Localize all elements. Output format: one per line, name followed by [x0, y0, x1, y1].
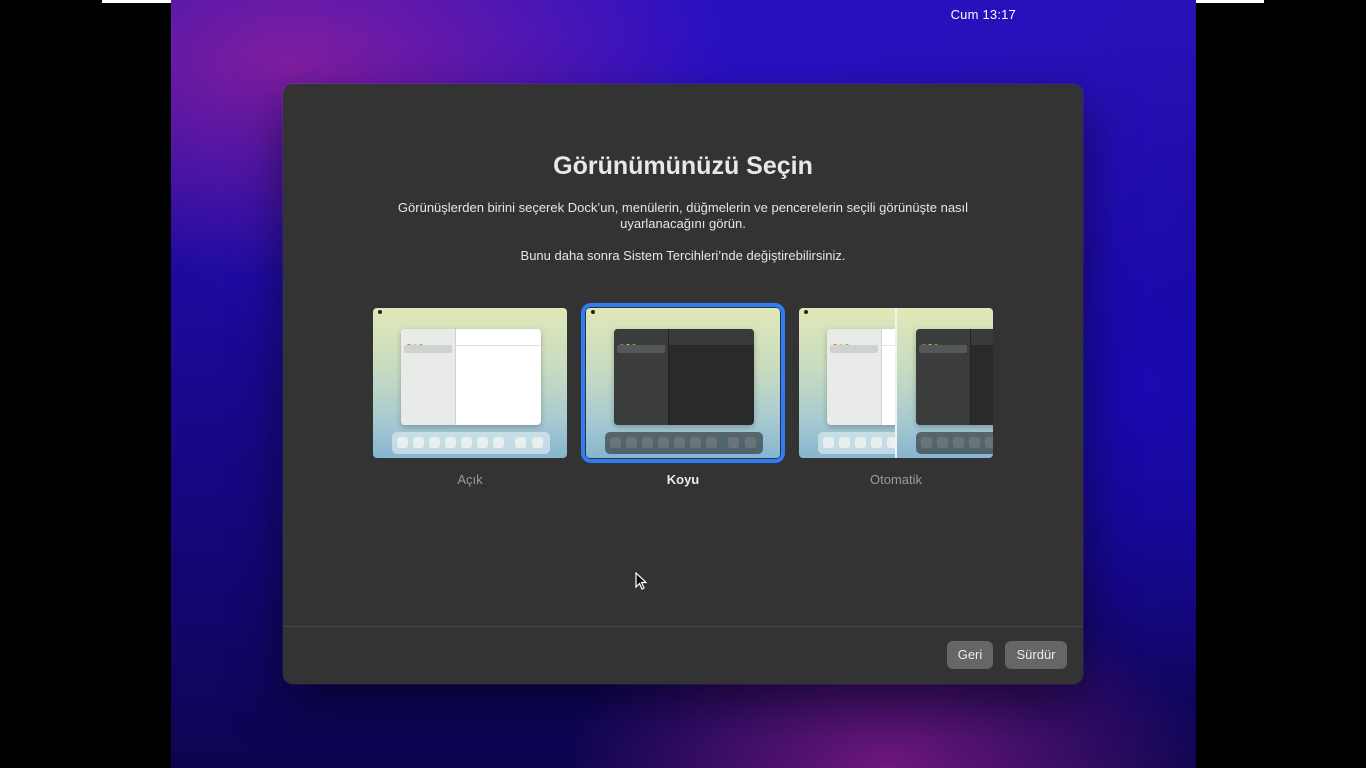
dialog-note: Bunu daha sonra Sistem Tercihleri’nde de… — [520, 248, 846, 263]
appearance-option-light[interactable] — [373, 308, 567, 458]
preview-window — [401, 329, 541, 425]
preview-dock — [392, 432, 550, 454]
auto-divider — [895, 308, 897, 458]
screen: Cum 13:17 Görünümünüzü Seçin Görünüşlerd… — [0, 0, 1366, 768]
back-button[interactable]: Geri — [947, 641, 993, 669]
preview-dock — [916, 432, 993, 454]
preview-dock — [605, 432, 763, 454]
apple-logo-icon — [591, 310, 595, 314]
apple-logo-icon — [378, 310, 382, 314]
footer-divider — [283, 626, 1083, 627]
option-label-dark: Koyu — [666, 472, 700, 487]
appearance-option-auto[interactable] — [799, 308, 993, 458]
preview-window — [614, 329, 754, 425]
mouse-pointer-icon — [635, 572, 647, 590]
option-label-light: Açık — [457, 472, 483, 487]
preview-window — [827, 329, 895, 425]
menubar-clock: Cum 13:17 — [950, 7, 1016, 22]
auto-preview-thumbnail — [799, 308, 993, 458]
page-title: Görünümünüzü Seçin — [553, 152, 813, 180]
dark-preview-thumbnail — [586, 308, 780, 458]
light-preview-thumbnail — [373, 308, 567, 458]
auto-light-half — [799, 308, 895, 458]
continue-button[interactable]: Sürdür — [1005, 641, 1067, 669]
appearance-option-dark[interactable] — [581, 303, 785, 463]
option-label-auto: Otomatik — [869, 472, 922, 487]
dialog-description: Görünüşlerden birini seçerek Dock’un, me… — [397, 200, 969, 231]
auto-dark-half — [897, 308, 993, 458]
preview-dock — [818, 432, 895, 454]
appearance-dialog: Görünümünüzü Seçin Görünüşlerden birini … — [283, 84, 1083, 684]
preview-window — [916, 329, 993, 425]
